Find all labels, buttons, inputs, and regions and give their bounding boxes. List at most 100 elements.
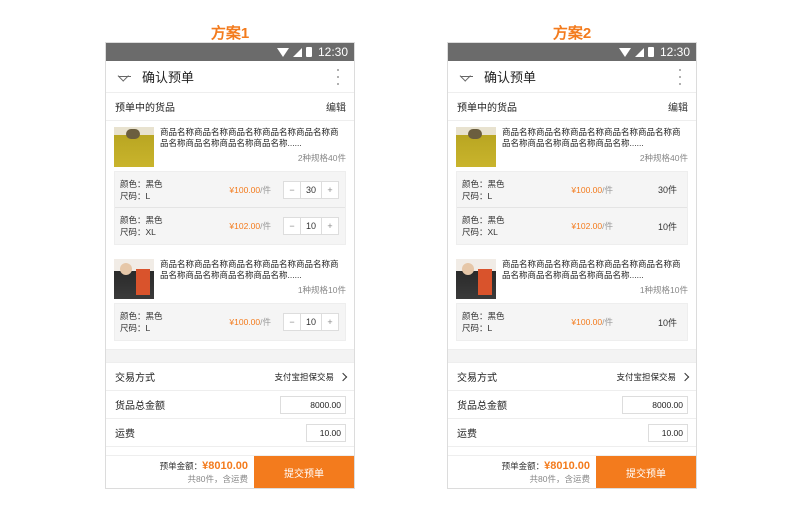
sku-list: 颜色：黑色 尺码：L ¥100.00/件 − 10 +: [114, 303, 346, 341]
sku-color: 颜色：黑色: [120, 215, 163, 225]
footer-bar: 预单金额：¥8010.00 共80件，含运费 提交预单: [106, 455, 354, 488]
product-spec-count: 2种规格40件: [297, 153, 346, 163]
signal-icon: [634, 47, 644, 57]
shipping-label: 运费: [115, 429, 135, 440]
sku-row: 颜色：黑色 尺码：L ¥100.00/件 10件: [457, 304, 687, 340]
phone-plan1: 12:30 确认预单 预单中的货品 编辑 商品名称商品名称商品名称商品名称商品名…: [105, 42, 355, 489]
product-item: 商品名称商品名称商品名称商品名称商品名称商品名称商品名称商品名称商品名称....…: [106, 245, 354, 341]
product-name: 商品名称商品名称商品名称商品名称商品名称商品名称商品名称商品名称商品名称....…: [502, 259, 681, 280]
increase-button[interactable]: +: [322, 182, 338, 198]
sku-color: 颜色：黑色: [120, 178, 163, 189]
sku-price: ¥100.00/件: [229, 184, 271, 195]
total-amount-label: 货品总金额: [457, 401, 507, 412]
goods-section-title: 预单中的货品: [115, 103, 175, 114]
sku-size: 尺码：XL: [120, 227, 156, 237]
trade-method-value: 支付宝担保交易: [274, 371, 334, 382]
sku-size: 尺码：L: [120, 190, 151, 201]
trade-method-label: 交易方式: [457, 373, 497, 384]
submit-order-button[interactable]: 提交预单: [596, 456, 696, 488]
goods-section-header: 预单中的货品 编辑: [448, 93, 696, 121]
order-amount: ¥8010.00: [202, 460, 248, 472]
more-vertical-icon[interactable]: [679, 69, 682, 85]
back-arrow-icon[interactable]: [460, 70, 474, 84]
sku-price: ¥100.00/件: [571, 184, 613, 195]
sku-size: 尺码：L: [462, 323, 493, 333]
decrease-button[interactable]: −: [284, 314, 300, 330]
battery-icon: [305, 47, 312, 57]
nav-bar: 确认预单: [106, 61, 354, 93]
page-title: 确认预单: [142, 70, 195, 85]
shipping-field[interactable]: 10.00: [306, 423, 346, 442]
quantity-stepper: − 30 +: [283, 180, 339, 199]
goods-section-header: 预单中的货品 编辑: [106, 93, 354, 121]
sku-color: 颜色：黑色: [462, 311, 505, 321]
sku-size: 尺码：XL: [462, 227, 498, 237]
product-item: 商品名称商品名称商品名称商品名称商品名称商品名称商品名称商品名称商品名称....…: [448, 121, 696, 245]
product-name: 商品名称商品名称商品名称商品名称商品名称商品名称商品名称商品名称商品名称....…: [502, 127, 681, 148]
phone-plan2: 12:30 确认预单 预单中的货品 编辑 商品名称商品名称商品名称商品名称商品名…: [447, 42, 697, 489]
product-spec-count: 1种规格10件: [297, 285, 346, 295]
sku-size: 尺码：L: [120, 323, 151, 333]
footer-bar: 预单金额：¥8010.00 共80件，含运费 提交预单: [448, 455, 696, 488]
sku-list: 颜色：黑色 尺码：L ¥100.00/件 10件: [456, 303, 688, 341]
decrease-button[interactable]: −: [284, 218, 300, 234]
total-amount-label: 货品总金额: [115, 401, 165, 412]
increase-button[interactable]: +: [322, 218, 338, 234]
page-title: 确认预单: [484, 70, 537, 85]
product-thumbnail[interactable]: [456, 259, 496, 299]
product-thumbnail[interactable]: [114, 259, 154, 299]
order-amount-label: 预单金额：: [501, 461, 545, 471]
sku-quantity: 10件: [657, 221, 677, 232]
goods-section-title: 预单中的货品: [457, 103, 517, 114]
quantity-stepper: − 10 +: [283, 313, 339, 331]
edit-button[interactable]: 编辑: [668, 99, 688, 114]
product-spec-count: 1种规格10件: [639, 285, 688, 295]
status-time: 12:30: [317, 45, 348, 59]
sku-row: 颜色：黑色 尺码：XL ¥102.00/件 − 10 +: [115, 208, 345, 244]
shipping-field[interactable]: 10.00: [648, 423, 688, 442]
submit-order-button[interactable]: 提交预单: [254, 456, 354, 488]
quantity-input[interactable]: 10: [300, 218, 322, 234]
sku-price: ¥100.00/件: [229, 317, 271, 327]
product-item: 商品名称商品名称商品名称商品名称商品名称商品名称商品名称商品名称商品名称....…: [106, 121, 354, 245]
sku-price: ¥100.00/件: [571, 317, 613, 327]
quantity-input[interactable]: 30: [300, 181, 322, 198]
sku-row: 颜色：黑色 尺码：L ¥100.00/件 − 30 +: [115, 172, 345, 208]
product-thumbnail[interactable]: [114, 127, 154, 167]
order-amount-label: 预单金额：: [159, 461, 203, 471]
sku-color: 颜色：黑色: [462, 178, 505, 189]
nav-bar: 确认预单: [448, 61, 696, 93]
order-summary: 共80件，含运费: [529, 474, 590, 484]
product-name: 商品名称商品名称商品名称商品名称商品名称商品名称商品名称商品名称商品名称....…: [160, 259, 339, 280]
chevron-right-icon: [680, 372, 690, 381]
total-amount-field[interactable]: 8000.00: [622, 395, 688, 414]
trade-method-label: 交易方式: [115, 373, 155, 384]
quantity-input[interactable]: 10: [300, 314, 322, 330]
increase-button[interactable]: +: [322, 314, 338, 330]
signal-icon: [292, 47, 302, 57]
wifi-icon: [276, 48, 289, 57]
trade-method-value: 支付宝担保交易: [616, 371, 676, 382]
sku-list: 颜色：黑色 尺码：L ¥100.00/件 − 30 + 颜色：黑色 尺码：XL …: [114, 171, 346, 245]
order-amount: ¥8010.00: [544, 460, 590, 472]
status-time: 12:30: [659, 45, 690, 59]
shipping-row: 运费 10.00: [448, 419, 696, 447]
product-thumbnail[interactable]: [456, 127, 496, 167]
trade-method-row[interactable]: 交易方式 支付宝担保交易: [106, 363, 354, 391]
total-amount-row: 货品总金额 8000.00: [448, 391, 696, 419]
decrease-button[interactable]: −: [284, 182, 300, 198]
plan2-title: 方案2: [552, 25, 592, 42]
total-amount-row: 货品总金额 8000.00: [106, 391, 354, 419]
sku-price: ¥102.00/件: [571, 221, 613, 231]
sku-row: 颜色：黑色 尺码：L ¥100.00/件 30件: [457, 172, 687, 208]
quantity-stepper: − 10 +: [283, 217, 339, 235]
more-vertical-icon[interactable]: [337, 69, 340, 85]
trade-method-row[interactable]: 交易方式 支付宝担保交易: [448, 363, 696, 391]
back-arrow-icon[interactable]: [118, 70, 132, 84]
total-amount-field[interactable]: 8000.00: [280, 395, 346, 414]
section-divider: [106, 349, 354, 363]
battery-icon: [647, 47, 654, 57]
order-summary: 共80件，含运费: [187, 474, 248, 484]
edit-button[interactable]: 编辑: [326, 99, 346, 114]
shipping-row: 运费 10.00: [106, 419, 354, 447]
